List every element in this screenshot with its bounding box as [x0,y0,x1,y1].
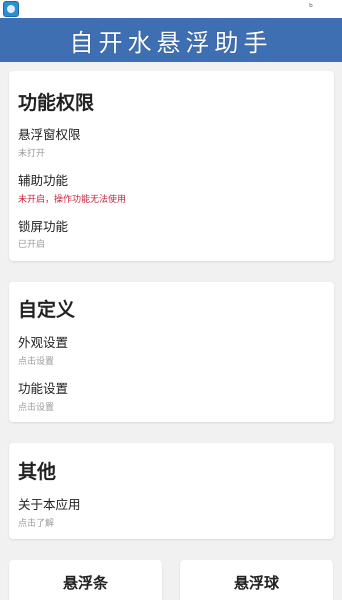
accessibility-label: 辅助功能 [18,173,69,188]
floating-bar-button[interactable]: 悬浮条 [9,560,162,600]
customize-title: 自定义 [18,299,76,321]
floating-ball-button[interactable]: 悬浮球 [180,560,333,600]
other-card: 其他 关于本应用 点击了解 [9,443,334,539]
lockscreen-label: 锁屏功能 [18,219,69,234]
appearance-settings-label: 外观设置 [18,335,69,350]
lockscreen-status: 已开启 [18,240,46,250]
function-settings-label: 功能设置 [18,381,69,396]
about-app-label: 关于本应用 [18,497,81,512]
app-bar: 自开水悬浮助手 [0,18,342,62]
floating-ball-label: 悬浮球 [233,574,279,592]
accessibility-status: 未开启，操作功能无法使用 [18,195,127,205]
overlay-permission-label: 悬浮窗权限 [18,127,81,142]
overlay-permission-status: 未打开 [18,149,46,159]
permissions-title: 功能权限 [18,92,95,114]
floating-bar-label: 悬浮条 [62,574,108,592]
status-indicator: ᵇ [309,3,313,13]
status-bar: ᵇ [0,0,342,18]
about-app-hint: 点击了解 [18,519,55,529]
other-title: 其他 [18,461,57,483]
permissions-card: 功能权限 悬浮窗权限 未打开 辅助功能 未开启，操作功能无法使用 锁屏功能 已开… [9,71,334,261]
function-settings-hint: 点击设置 [18,403,55,413]
app-icon [3,1,19,17]
customize-card: 自定义 外观设置 点击设置 功能设置 点击设置 [9,282,334,422]
appearance-settings-hint: 点击设置 [18,357,55,367]
app-title: 自开水悬浮助手 [69,28,273,57]
